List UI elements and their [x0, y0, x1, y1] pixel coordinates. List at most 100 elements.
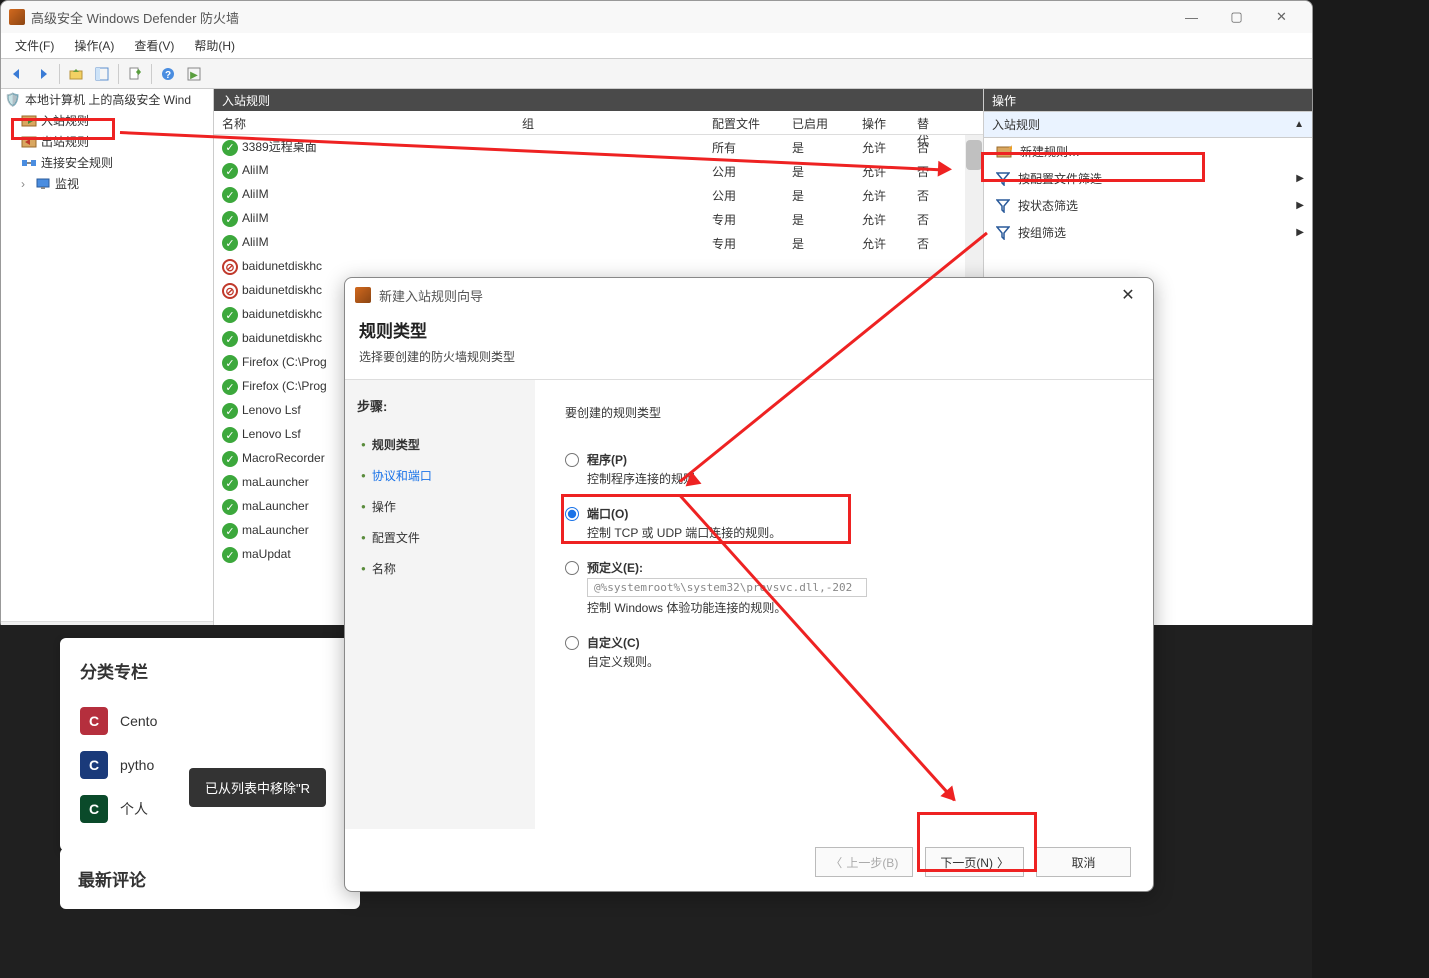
tree-outbound[interactable]: 出站规则 [1, 131, 213, 152]
category-item[interactable]: C Cento [80, 699, 340, 743]
export-icon[interactable] [123, 62, 147, 86]
collapse-icon[interactable]: ▲ [1294, 119, 1304, 130]
category-label: Cento [120, 713, 157, 729]
tree-inbound[interactable]: 入站规则 [1, 110, 213, 131]
table-row[interactable]: ✓AliIM公用是允许否 [214, 159, 983, 183]
opt-program-radio[interactable] [565, 453, 579, 467]
col-override[interactable]: 替代 [909, 111, 949, 134]
opt-port-label[interactable]: 端口(O) [565, 505, 1123, 522]
chevron-right-icon: ▶ [1296, 200, 1304, 211]
expand-chevron-icon: › [21, 177, 31, 191]
category-label: pytho [120, 757, 154, 773]
wizard-content: 要创建的规则类型 程序(P) 控制程序连接的规则。 端口(O) 控制 TCP 或… [535, 380, 1153, 829]
menu-file[interactable]: 文件(F) [5, 33, 64, 58]
opt-predef-label[interactable]: 预定义(E): [565, 559, 1123, 576]
bullet-icon: ● [361, 564, 366, 573]
step-protocol[interactable]: ●协议和端口 [357, 460, 523, 491]
table-row[interactable]: ✓AliIM专用是允许否 [214, 231, 983, 255]
svg-text:?: ? [165, 70, 171, 81]
wizard-icon [355, 287, 371, 303]
menubar: 文件(F) 操作(A) 查看(V) 帮助(H) [1, 33, 1312, 59]
rule-status-icon: ✓ [222, 451, 238, 467]
wizard-header: 规则类型 选择要创建的防火墙规则类型 [345, 312, 1153, 379]
opt-port: 端口(O) 控制 TCP 或 UDP 端口连接的规则。 [565, 505, 1123, 541]
rule-status-icon: ✓ [222, 475, 238, 491]
tree-root[interactable]: 🛡️ 本地计算机 上的高级安全 Wind [1, 89, 213, 110]
col-group[interactable]: 组 [514, 111, 704, 134]
back-button[interactable] [5, 62, 29, 86]
opt-custom-radio[interactable] [565, 636, 579, 650]
wizard-title: 新建入站规则向导 [379, 286, 1113, 305]
opt-port-desc: 控制 TCP 或 UDP 端口连接的规则。 [587, 524, 1123, 541]
folder-up-icon[interactable] [64, 62, 88, 86]
table-row[interactable]: ✓3389远程桌面所有是允许否 [214, 135, 983, 159]
toolbar: ? ▶ [1, 59, 1312, 89]
step-operation[interactable]: ●操作 [357, 491, 523, 522]
categories-title: 分类专栏 [80, 658, 340, 683]
menu-action[interactable]: 操作(A) [64, 33, 124, 58]
menu-view[interactable]: 查看(V) [124, 33, 184, 58]
col-name[interactable]: 名称 [214, 111, 514, 134]
svg-text:★: ★ [1008, 145, 1012, 153]
table-row[interactable]: ⊘baidunetdiskhc [214, 255, 983, 279]
next-button[interactable]: 下一页(N)〉 [925, 847, 1024, 877]
python-icon: C [80, 751, 108, 779]
separator [118, 64, 119, 84]
opt-custom-desc: 自定义规则。 [587, 653, 1123, 670]
chevron-right-icon: 〉 [997, 854, 1009, 871]
step-profile[interactable]: ●配置文件 [357, 522, 523, 553]
wizard-close-button[interactable]: ✕ [1113, 280, 1143, 310]
chevron-left-icon: 〈 [830, 854, 842, 871]
panel-icon[interactable] [90, 62, 114, 86]
close-button[interactable]: ✕ [1259, 2, 1304, 32]
titlebar: 高级安全 Windows Defender 防火墙 — ▢ ✕ [1, 1, 1312, 33]
action-new-rule[interactable]: ★ 新建规则… [984, 138, 1312, 165]
col-action[interactable]: 操作 [854, 111, 909, 134]
help-icon[interactable]: ? [156, 62, 180, 86]
scrollbar-thumb[interactable] [966, 140, 982, 170]
table-row[interactable]: ✓AliIM公用是允许否 [214, 183, 983, 207]
steps-label: 步骤: [357, 396, 523, 415]
actions-header: 操作 [984, 89, 1312, 111]
rule-status-icon: ✓ [222, 547, 238, 563]
menu-help[interactable]: 帮助(H) [184, 33, 245, 58]
refresh-icon[interactable]: ▶ [182, 62, 206, 86]
bullet-icon: ● [361, 533, 366, 542]
maximize-button[interactable]: ▢ [1214, 2, 1259, 32]
opt-port-radio[interactable] [565, 507, 579, 521]
opt-predef-radio[interactable] [565, 561, 579, 575]
inbound-icon [21, 113, 37, 129]
cancel-button[interactable]: 取消 [1036, 847, 1131, 877]
opt-custom-label[interactable]: 自定义(C) [565, 634, 1123, 651]
step-name[interactable]: ●名称 [357, 553, 523, 584]
rule-status-icon: ✓ [222, 163, 238, 179]
bullet-icon: ● [361, 440, 366, 449]
tree-pane: 🛡️ 本地计算机 上的高级安全 Wind 入站规则 出站规则 连接安全规则 › [1, 89, 214, 629]
rule-status-icon: ⊘ [222, 283, 238, 299]
forward-button[interactable] [31, 62, 55, 86]
step-rule-type[interactable]: ●规则类型 [357, 429, 523, 460]
action-filter-group[interactable]: 按组筛选 ▶ [984, 219, 1312, 246]
opt-predefined: 预定义(E): @%systemroot%\system32\provsvc.d… [565, 559, 1123, 616]
tree-monitor[interactable]: › 监视 [1, 173, 213, 194]
category-label: 个人 [120, 799, 148, 819]
wizard-heading: 规则类型 [359, 317, 1139, 342]
opt-program-label[interactable]: 程序(P) [565, 451, 1123, 468]
action-filter-state[interactable]: 按状态筛选 ▶ [984, 192, 1312, 219]
rule-status-icon: ✓ [222, 187, 238, 203]
action-new-rule-label: 新建规则… [1020, 143, 1080, 160]
action-filter-state-label: 按状态筛选 [1018, 197, 1078, 214]
toast-notification: 已从列表中移除"R [189, 768, 326, 807]
table-row[interactable]: ✓AliIM专用是允许否 [214, 207, 983, 231]
action-filter-profile[interactable]: 按配置文件筛选 ▶ [984, 165, 1312, 192]
separator [59, 64, 60, 84]
minimize-button[interactable]: — [1169, 2, 1214, 32]
action-filter-group-label: 按组筛选 [1018, 224, 1066, 241]
actions-group-header: 入站规则 ▲ [984, 111, 1312, 138]
rule-status-icon: ✓ [222, 235, 238, 251]
col-profile[interactable]: 配置文件 [704, 111, 784, 134]
filter-icon [996, 172, 1010, 186]
tree-connsec[interactable]: 连接安全规则 [1, 152, 213, 173]
rule-status-icon: ✓ [222, 403, 238, 419]
col-enabled[interactable]: 已启用 [784, 111, 854, 134]
